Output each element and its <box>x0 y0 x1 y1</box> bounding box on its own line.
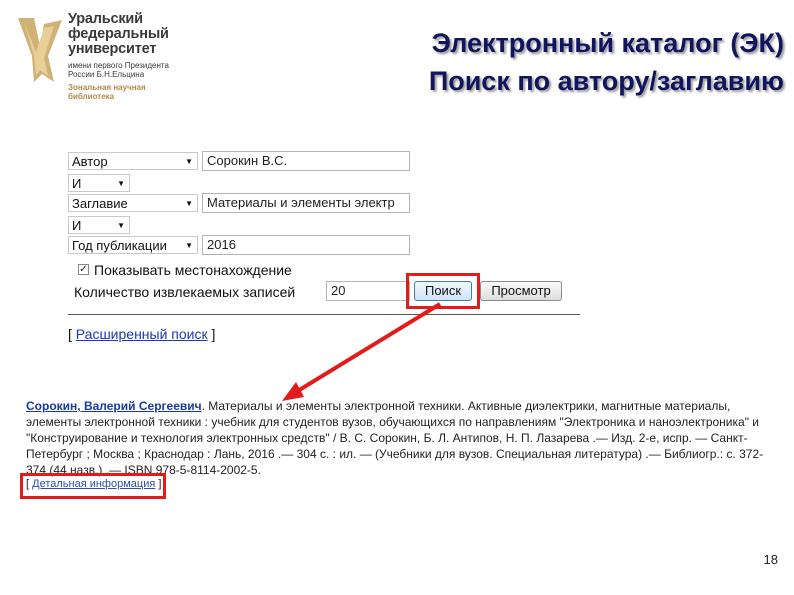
slide-title-line1: Электронный каталог (ЭК) <box>431 28 784 58</box>
logo-library: Зональная научная библиотека <box>68 83 146 101</box>
advanced-search-close-bracket: ] <box>211 326 216 342</box>
chevron-down-icon: ▼ <box>185 241 193 250</box>
logo-subtitle: имени первого Президента России Б.Н.Ельц… <box>68 61 169 79</box>
logo-text: Уральский федеральный университет имени … <box>68 11 178 102</box>
advanced-search-link[interactable]: Расширенный поиск <box>76 326 208 342</box>
records-count-input[interactable]: 20 <box>326 281 410 301</box>
year-input[interactable]: 2016 <box>202 235 410 255</box>
detail-info-highlight <box>20 473 166 499</box>
university-emblem-icon <box>18 18 62 82</box>
result-record: Сорокин, Валерий Сергеевич. Материалы и … <box>26 398 774 478</box>
field-select-1-value: Автор <box>72 154 108 169</box>
form-divider <box>68 314 580 315</box>
page-number: 18 <box>763 552 778 567</box>
operator-select-2-value: И <box>72 218 82 233</box>
logo-name-line3: университет <box>68 41 157 57</box>
slide-title: Электронный каталог (ЭК) Поиск по автору… <box>429 24 784 100</box>
chevron-down-icon: ▼ <box>185 157 193 166</box>
slide-title-line2: Поиск по автору/заглавию <box>428 66 784 96</box>
field-select-2-value: Заглавие <box>72 196 128 211</box>
operator-select-1[interactable]: И ▼ <box>68 174 130 192</box>
show-location-label: Показывать местонахождение <box>94 262 292 278</box>
result-author-link[interactable]: Сорокин, Валерий Сергеевич <box>26 399 202 413</box>
chevron-down-icon: ▼ <box>117 179 125 188</box>
author-input[interactable]: Сорокин В.С. <box>202 151 410 171</box>
field-select-3-value: Год публикации <box>72 238 167 253</box>
browse-button[interactable]: Просмотр <box>480 281 562 301</box>
show-location-checkbox[interactable]: ✓ <box>78 264 89 275</box>
search-button-highlight <box>406 273 480 309</box>
advanced-search: [ Расширенный поиск ] <box>68 326 215 342</box>
chevron-down-icon: ▼ <box>185 199 193 208</box>
field-select-1[interactable]: Автор ▼ <box>68 152 198 170</box>
advanced-search-open-bracket: [ <box>68 326 72 342</box>
field-select-3[interactable]: Год публикации ▼ <box>68 236 198 254</box>
search-form: Автор ▼ Сорокин В.С. И ▼ Заглавие ▼ Мате… <box>68 150 588 350</box>
field-select-2[interactable]: Заглавие ▼ <box>68 194 198 212</box>
records-count-label: Количество извлекаемых записей <box>74 284 296 300</box>
operator-select-2[interactable]: И ▼ <box>68 216 130 234</box>
logo-name-line1: Уральский <box>68 11 143 27</box>
operator-select-1-value: И <box>72 176 82 191</box>
university-logo: Уральский федеральный университет имени … <box>12 12 192 112</box>
chevron-down-icon: ▼ <box>117 221 125 230</box>
logo-name-line2: федеральный <box>68 26 169 42</box>
title-input[interactable]: Материалы и элементы электр <box>202 193 410 213</box>
